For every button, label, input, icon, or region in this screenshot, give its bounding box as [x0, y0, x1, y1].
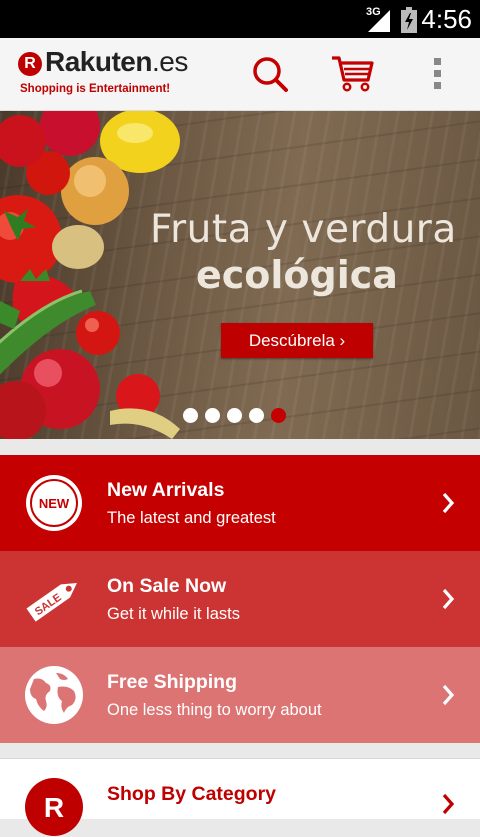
- carousel-dot-active[interactable]: [271, 408, 286, 423]
- network-type: 3G: [366, 6, 381, 18]
- category-logo-mark: R: [44, 792, 64, 823]
- globe-icon: [25, 666, 83, 724]
- rakuten-r-icon: R: [25, 778, 83, 836]
- chevron-right-icon: [442, 588, 455, 610]
- banner-title-line2: ecológica: [196, 253, 398, 297]
- overflow-menu-icon: [434, 58, 441, 89]
- status-bar: 3G 4:56: [0, 0, 480, 38]
- promo-banner[interactable]: Fruta y verdura ecológica Descúbrela ›: [0, 111, 480, 439]
- carousel-page-indicator[interactable]: [183, 408, 293, 426]
- produce-image: [0, 111, 180, 439]
- chevron-right-icon: [442, 793, 455, 815]
- carousel-dot[interactable]: [205, 408, 220, 423]
- carousel-dot[interactable]: [249, 408, 264, 423]
- new-badge-label: NEW: [39, 496, 70, 511]
- promo-title: New Arrivals: [107, 479, 225, 501]
- promo-subtitle: The latest and greatest: [107, 509, 276, 527]
- search-button[interactable]: [248, 54, 292, 94]
- clock: 4:56: [421, 4, 472, 34]
- promo-title: Free Shipping: [107, 671, 238, 693]
- promo-row-free-shipping[interactable]: Free Shipping One less thing to worry ab…: [0, 647, 480, 743]
- chevron-right-icon: [442, 684, 455, 706]
- app-bar: R Rakuten.es Shopping is Entertainment!: [0, 38, 480, 111]
- banner-cta-button[interactable]: Descúbrela ›: [221, 323, 373, 358]
- promo-title: On Sale Now: [107, 575, 227, 597]
- new-badge-icon: NEW: [26, 475, 82, 531]
- promo-subtitle: Get it while it lasts: [107, 605, 240, 623]
- shop-by-category-card[interactable]: R Shop By Category: [0, 758, 480, 836]
- brand-name: Rakuten.es: [45, 46, 188, 77]
- category-title: Shop By Category: [107, 783, 277, 805]
- chevron-right-icon: [442, 492, 455, 514]
- battery-icon: [401, 7, 417, 33]
- cart-icon: [332, 56, 374, 92]
- carousel-dot[interactable]: [227, 408, 242, 423]
- search-icon: [253, 57, 288, 92]
- brand-tagline: Shopping is Entertainment!: [20, 83, 171, 95]
- logo-mark: R: [18, 52, 42, 76]
- banner-title-line1: Fruta y verdura: [150, 207, 457, 252]
- sale-tag-icon: SALE: [26, 582, 77, 622]
- promo-row-new-arrivals[interactable]: NEW New Arrivals The latest and greatest: [0, 455, 480, 551]
- carousel-dot[interactable]: [183, 408, 198, 423]
- cart-button[interactable]: [330, 54, 374, 94]
- promo-row-on-sale[interactable]: SALE On Sale Now Get it while it lasts: [0, 551, 480, 647]
- promo-subtitle: One less thing to worry about: [107, 701, 322, 719]
- overflow-menu-button[interactable]: [416, 54, 460, 94]
